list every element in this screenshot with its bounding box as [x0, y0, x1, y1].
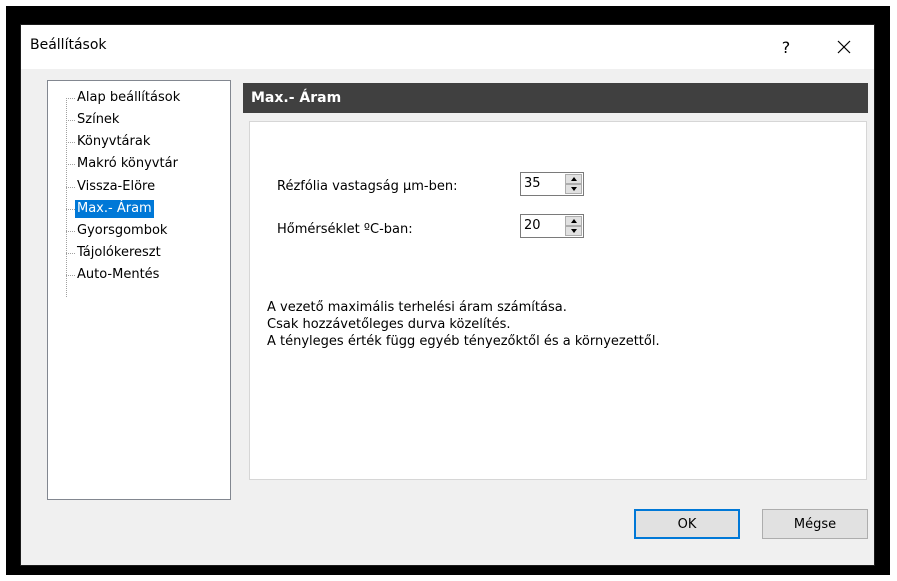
tree-item-label: Vissza-Elöre	[77, 179, 156, 194]
tree-item-vissza-elore[interactable]: Vissza-Elöre	[66, 177, 157, 197]
arrow-down-icon	[570, 187, 577, 191]
tree-item-label: Max.- Áram	[75, 200, 154, 218]
tree-item-label: Auto-Mentés	[77, 267, 160, 282]
spin-up-button[interactable]	[565, 216, 582, 226]
copper-thickness-spinner[interactable]: 35	[520, 172, 584, 196]
panel-title: Max.- Áram	[243, 83, 868, 113]
tree-item-konyvtarak[interactable]: Könyvtárak	[66, 132, 152, 152]
settings-dialog: Beállítások ? Alap beállítások Színek Kö…	[20, 24, 875, 566]
tree-item-label: Színek	[77, 112, 120, 127]
description-text: A vezető maximális terhelési áram számít…	[267, 299, 660, 350]
copper-thickness-label: Rézfólia vastagság µm-ben:	[277, 179, 458, 194]
tree-item-label: Gyorsgombok	[77, 223, 168, 238]
arrow-down-icon	[570, 229, 577, 233]
tree-item-auto-mentes[interactable]: Auto-Mentés	[66, 265, 161, 285]
spinner-buttons	[565, 216, 582, 236]
help-icon: ?	[781, 37, 791, 57]
settings-tree[interactable]: Alap beállítások Színek Könyvtárak Makró…	[47, 80, 231, 500]
spin-down-button[interactable]	[565, 184, 582, 194]
close-button[interactable]	[821, 29, 867, 65]
tree-item-gyorsgombok[interactable]: Gyorsgombok	[66, 221, 169, 241]
tree-item-label: Könyvtárak	[77, 134, 151, 149]
temperature-value[interactable]: 20	[524, 218, 541, 233]
settings-panel: Rézfólia vastagság µm-ben: 35 Hőmérsékle…	[249, 121, 867, 480]
spin-up-button[interactable]	[565, 174, 582, 184]
title-bar: Beállítások ?	[21, 25, 874, 69]
arrow-up-icon	[570, 177, 577, 181]
tree-item-alap-beallitasok[interactable]: Alap beállítások	[66, 88, 182, 108]
tree-item-szinek[interactable]: Színek	[66, 110, 121, 130]
tree-item-label: Alap beállítások	[77, 90, 181, 105]
description-line: A tényleges érték függ egyéb tényezőktől…	[267, 334, 660, 349]
tree-item-tajolokereszt[interactable]: Tájolókereszt	[66, 243, 163, 263]
spinner-buttons	[565, 174, 582, 194]
cancel-button[interactable]: Mégse	[762, 509, 868, 539]
arrow-up-icon	[570, 219, 577, 223]
tree-item-makro-konyvtar[interactable]: Makró könyvtár	[66, 154, 180, 174]
description-line: A vezető maximális terhelési áram számít…	[267, 300, 567, 315]
window-title: Beállítások	[30, 37, 107, 53]
help-button[interactable]: ?	[763, 29, 809, 65]
tree-item-max-aram[interactable]: Max.- Áram	[66, 199, 154, 219]
close-icon	[837, 40, 851, 54]
spin-down-button[interactable]	[565, 226, 582, 236]
temperature-spinner[interactable]: 20	[520, 214, 584, 238]
ok-button[interactable]: OK	[634, 509, 740, 539]
description-line: Csak hozzávetőleges durva közelítés.	[267, 317, 511, 332]
copper-thickness-value[interactable]: 35	[524, 176, 541, 191]
temperature-label: Hőmérséklet ºC-ban:	[277, 222, 413, 237]
tree-item-label: Tájolókereszt	[77, 245, 161, 260]
tree-item-label: Makró könyvtár	[77, 156, 178, 171]
